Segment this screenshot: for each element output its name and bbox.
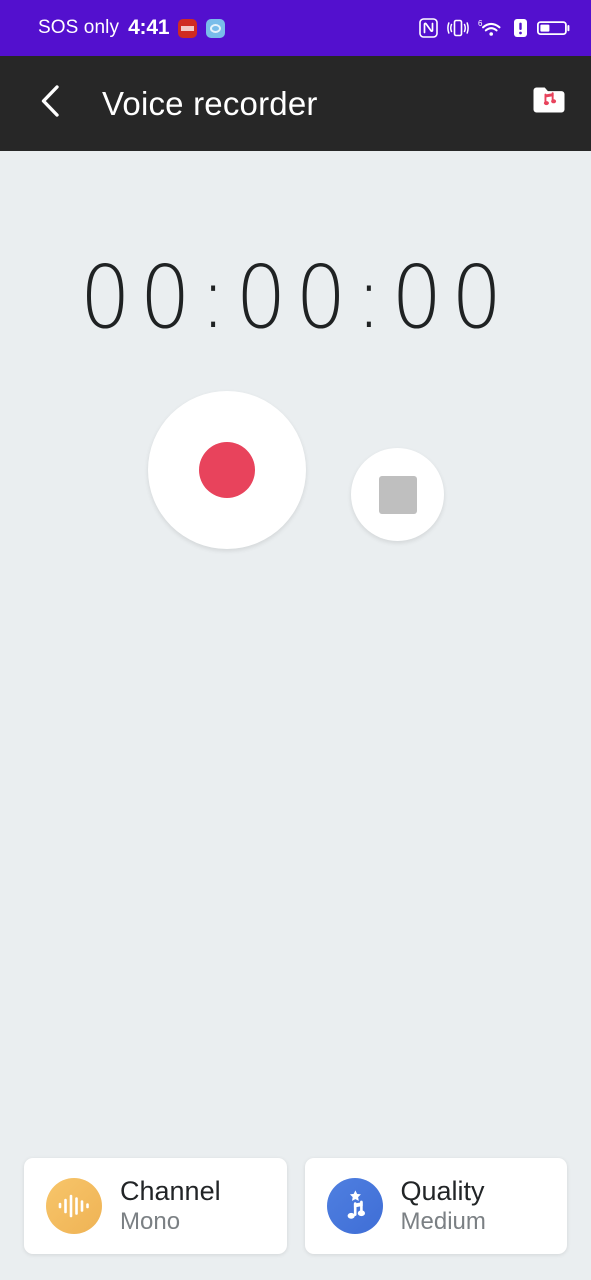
recorder-main: 00:00:00 Channel Mono Quality Medium — [0, 151, 591, 1280]
quality-option-text: Quality Medium — [401, 1176, 486, 1235]
status-bar: SOS only 4:41 6 — [0, 0, 591, 56]
recordings-folder-button[interactable] — [525, 80, 573, 128]
option-cards: Channel Mono Quality Medium — [0, 1158, 591, 1254]
red-app-icon — [178, 18, 198, 38]
chevron-left-icon — [36, 82, 66, 125]
blue-app-icon — [206, 18, 226, 38]
quality-option-title: Quality — [400, 1176, 485, 1207]
channel-option-title: Channel — [120, 1176, 221, 1207]
wifi-6-icon: 6 — [478, 18, 504, 38]
carrier-label: SOS only — [38, 17, 120, 38]
channel-option-text: Channel Mono — [120, 1176, 221, 1235]
status-bar-left: SOS only 4:41 — [38, 16, 226, 40]
app-bar: Voice recorder — [0, 56, 591, 151]
back-button[interactable] — [28, 81, 74, 127]
recording-timer: 00:00:00 — [79, 247, 512, 348]
alert-icon — [513, 18, 528, 38]
clock-label: 4:41 — [128, 16, 170, 39]
vibrate-icon — [447, 18, 469, 38]
channel-option-card[interactable]: Channel Mono — [24, 1158, 287, 1254]
page-title: Voice recorder — [102, 84, 318, 122]
status-bar-right: 6 — [419, 18, 571, 38]
channel-option-value: Mono — [120, 1207, 181, 1235]
voice-recorder-screen: SOS only 4:41 6 Voice recorder 00:00:00 … — [0, 0, 591, 1280]
nfc-icon — [419, 18, 438, 38]
stop-button[interactable] — [351, 448, 444, 541]
record-dot-icon — [199, 442, 255, 498]
record-button[interactable] — [148, 391, 306, 549]
music-star-icon — [326, 1178, 383, 1234]
battery-icon — [537, 18, 571, 38]
music-folder-icon — [530, 84, 568, 123]
recorder-controls — [0, 391, 591, 561]
waveform-icon — [46, 1178, 102, 1234]
stop-square-icon — [378, 475, 417, 514]
quality-option-value: Medium — [400, 1207, 486, 1235]
quality-option-card[interactable]: Quality Medium — [304, 1158, 567, 1254]
